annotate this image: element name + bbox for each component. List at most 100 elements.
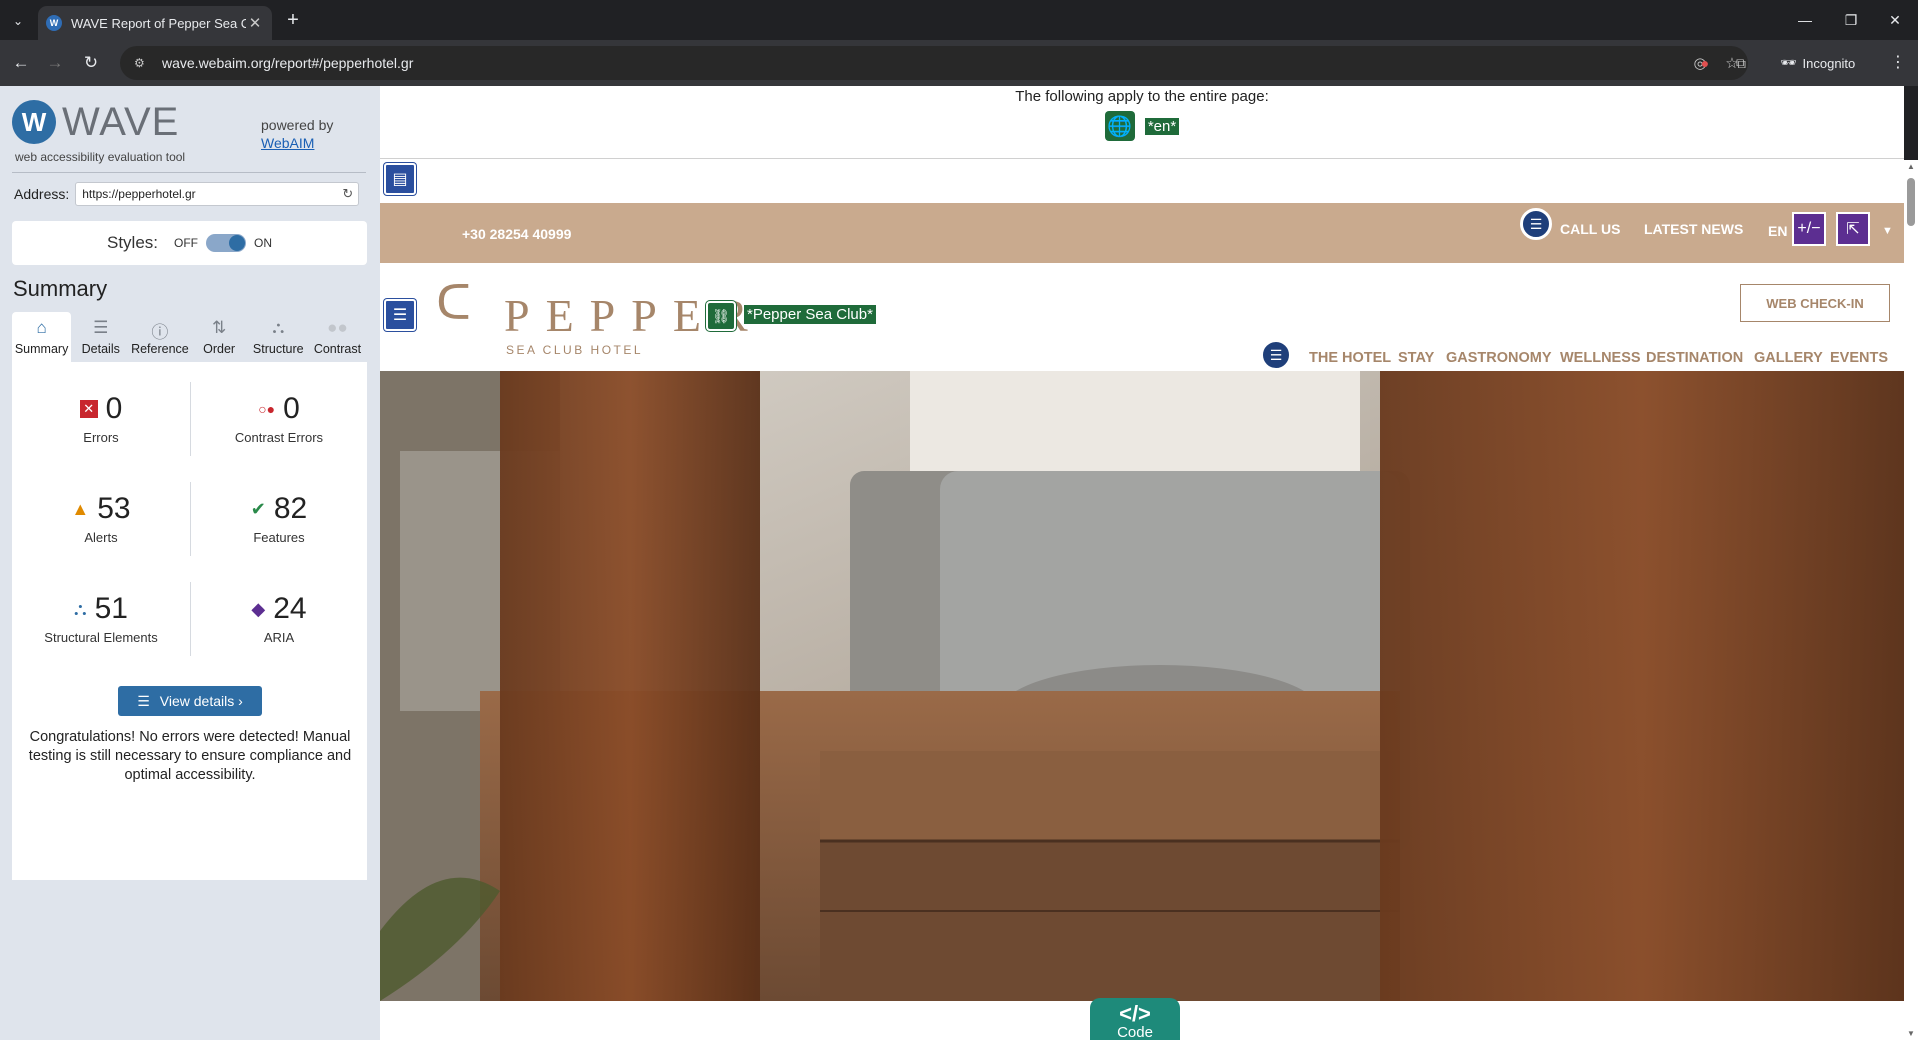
nav-gastronomy[interactable]: GASTRONOMY <box>1446 350 1552 366</box>
list-icon: ☰ <box>137 692 150 709</box>
back-icon[interactable]: ← <box>8 50 34 76</box>
call-us-link[interactable]: CALL US <box>1560 221 1620 237</box>
close-window-icon[interactable]: ✕ <box>1872 6 1918 34</box>
nav-the-hotel[interactable]: THE HOTEL <box>1309 350 1391 366</box>
extension-wave-icon[interactable]: ● <box>1694 52 1716 74</box>
structure-icon: ⛬ <box>272 318 285 337</box>
address-input[interactable]: https://pepperhotel.gr ↻ <box>75 182 360 206</box>
address-label: Address: <box>14 186 70 202</box>
linked-image-icon[interactable]: ⛓ <box>706 301 736 331</box>
wave-list-icon[interactable]: ☰ <box>1520 208 1552 240</box>
language-selector[interactable]: EN <box>1768 223 1787 239</box>
restore-icon[interactable]: ❐ <box>1828 6 1874 34</box>
tab-contrast[interactable]: ●● Contrast <box>308 312 367 362</box>
contrast-errors-count: 0 <box>283 392 300 425</box>
nav-gallery[interactable]: GALLERY <box>1754 350 1823 366</box>
url-text: wave.webaim.org/report#/pepperhotel.gr <box>162 55 414 71</box>
wave-sidebar: W WAVE web accessibility evaluation tool… <box>0 86 380 1040</box>
tab-details[interactable]: ☰ Details <box>71 312 130 362</box>
wave-favicon-icon: W <box>46 15 62 31</box>
wave-logo: W WAVE <box>12 100 179 144</box>
incognito-indicator[interactable]: 🕶 Incognito <box>1780 50 1855 76</box>
aria-landmark-icon[interactable]: ☰ <box>384 299 416 331</box>
tab-reference[interactable]: ⓘ Reference <box>130 312 189 362</box>
latest-news-link[interactable]: LATEST NEWS <box>1644 221 1743 237</box>
site-header: ☰ ᑕ PEPPER SEA CLUB HOTEL ⛓ *Pepper Sea … <box>380 263 1904 371</box>
stat-structural[interactable]: ⛬ 51 Structural Elements <box>12 592 190 645</box>
pepper-logo-icon: ᑕ <box>436 277 472 330</box>
stat-features[interactable]: ✔ 82 Features <box>190 492 368 545</box>
tab-structure[interactable]: ⛬ Structure <box>249 312 308 362</box>
phone-number[interactable]: +30 28254 40999 <box>462 226 571 242</box>
nav-wellness[interactable]: WELLNESS <box>1560 350 1641 366</box>
tab-label: Contrast <box>313 342 362 356</box>
order-icon: ⇅ <box>211 318 227 337</box>
structure-icon: ⛬ <box>74 599 87 619</box>
browser-menu-icon[interactable]: ⋮ <box>1890 52 1906 72</box>
divider <box>380 158 1904 159</box>
view-details-button[interactable]: ☰ View details › <box>118 686 262 716</box>
reload-icon[interactable]: ↻ <box>78 50 104 76</box>
powered-by-text: powered by <box>261 117 334 133</box>
chevron-down-icon[interactable]: ▼ <box>1882 225 1893 237</box>
tab-summary[interactable]: ⌂ Summary <box>12 312 72 362</box>
aria-expanded-icon[interactable]: +/− <box>1792 212 1826 246</box>
scroll-up-icon[interactable]: ▲ <box>1907 162 1915 171</box>
stat-errors[interactable]: ✕ 0 Errors <box>12 392 190 445</box>
structural-label: Structural Elements <box>44 630 158 645</box>
wave-list-icon[interactable]: ☰ <box>1260 339 1292 371</box>
hero-image <box>380 371 1904 1001</box>
nav-events[interactable]: EVENTS <box>1830 350 1888 366</box>
features-count: 82 <box>273 492 308 525</box>
nav-stay[interactable]: STAY <box>1398 350 1434 366</box>
powered-by: powered by WebAIM <box>261 116 333 152</box>
stat-contrast-errors[interactable]: ○● 0 Contrast Errors <box>190 392 368 445</box>
alt-text-tag: *Pepper Sea Club* <box>744 305 876 324</box>
view-details-label: View details › <box>159 693 243 709</box>
site-top-bar: +30 28254 40999 ☰ CALL US LATEST NEWS EN… <box>380 203 1904 263</box>
wave-logo-text: WAVE <box>62 100 180 144</box>
browser-tab[interactable]: W WAVE Report of Pepper Sea Clu ✕ <box>38 6 272 40</box>
incognito-icon: 🕶 <box>1780 55 1797 70</box>
list-icon: ☰ <box>93 318 109 337</box>
address-bar[interactable]: ⚙ wave.webaim.org/report#/pepperhotel.gr… <box>120 46 1748 80</box>
aria-count: 24 <box>273 592 307 625</box>
refresh-icon[interactable]: ↻ <box>342 186 353 202</box>
site-info-icon[interactable]: ⚙ <box>134 56 148 70</box>
forward-icon[interactable]: → <box>42 50 68 76</box>
code-toggle-button[interactable]: </> Code <box>1090 998 1180 1040</box>
nav-destination[interactable]: DESTINATION <box>1646 350 1743 366</box>
evaluated-page: The following apply to the entire page: … <box>380 86 1904 1040</box>
congrats-message: Congratulations! No errors were detected… <box>28 729 352 783</box>
contrast-errors-label: Contrast Errors <box>234 430 324 445</box>
language-globe-icon[interactable]: 🌐 <box>1104 111 1135 141</box>
aria-landmark-icon[interactable]: ▤ <box>384 163 416 195</box>
stat-alerts[interactable]: ▲ 53 Alerts <box>12 492 190 545</box>
tab-label: Details <box>81 342 120 356</box>
styles-toggle[interactable] <box>206 234 247 252</box>
summary-heading: Summary <box>13 276 108 301</box>
close-tab-icon[interactable]: ✕ <box>246 14 264 32</box>
stat-aria[interactable]: ◆ 24 ARIA <box>190 592 368 645</box>
aria-popup-icon[interactable]: ⇱ <box>1836 212 1870 246</box>
minimize-icon[interactable]: — <box>1782 6 1828 34</box>
new-tab-icon[interactable]: + <box>281 8 305 32</box>
page-scrollbar[interactable]: ▲ ▼ <box>1904 160 1918 1040</box>
tab-label: Structure <box>252 342 304 356</box>
tab-search-icon[interactable]: ⌄ <box>6 9 30 33</box>
webaim-link[interactable]: WebAIM <box>261 135 314 151</box>
scrollbar-thumb[interactable] <box>1907 178 1915 226</box>
wave-tagline: web accessibility evaluation tool <box>15 150 186 164</box>
scroll-down-icon[interactable]: ▼ <box>1907 1029 1915 1038</box>
tab-order[interactable]: ⇅ Order <box>190 312 249 362</box>
tab-label: Reference <box>131 342 189 356</box>
web-checkin-button[interactable]: WEB CHECK-IN <box>1740 284 1890 322</box>
code-icon: </> <box>1119 1001 1151 1026</box>
language-tag: *en* <box>1144 117 1180 135</box>
wave-logo-icon: W <box>12 100 56 144</box>
alert-icon: ▲ <box>71 499 90 519</box>
extensions-puzzle-icon[interactable]: ⧉ <box>1730 52 1752 74</box>
aria-label: ARIA <box>263 630 295 645</box>
styles-on-label: ON <box>254 236 273 250</box>
address-value: https://pepperhotel.gr <box>82 187 196 201</box>
